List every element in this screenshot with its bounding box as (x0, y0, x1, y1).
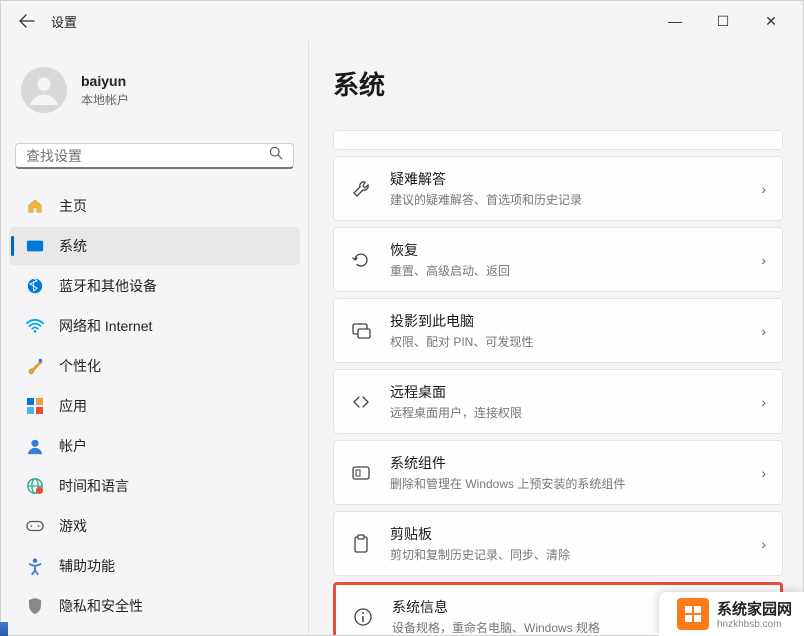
sidebar-item-network[interactable]: 网络和 Internet (9, 307, 300, 345)
remote-icon (350, 391, 372, 413)
sidebar-item-label: 游戏 (59, 516, 87, 536)
wrench-icon (350, 178, 372, 200)
profile-text: baiyun 本地帐户 (81, 73, 129, 108)
search-input[interactable] (26, 148, 269, 164)
profile-name: baiyun (81, 73, 129, 89)
chevron-right-icon: › (761, 394, 766, 410)
search-box[interactable] (15, 143, 294, 169)
sidebar-item-accessibility[interactable]: 辅助功能 (9, 547, 300, 585)
sidebar-item-label: 隐私和安全性 (59, 596, 143, 616)
watermark-title: 系统家园网 (717, 598, 792, 619)
sidebar-item-personalization[interactable]: 个性化 (9, 347, 300, 385)
window-title: 设置 (51, 12, 77, 31)
sidebar-item-label: 网络和 Internet (59, 316, 152, 336)
minimize-button[interactable]: — (663, 13, 687, 30)
accessibility-icon (25, 556, 45, 576)
home-icon (25, 196, 45, 216)
card-recovery[interactable]: 恢复重置、高级启动、返回 › (333, 227, 783, 292)
components-icon (350, 462, 372, 484)
card-prev-cutoff[interactable] (333, 130, 783, 150)
watermark-url: hnzkhbsb.com (717, 619, 792, 630)
clipboard-icon (350, 533, 372, 555)
content-area: baiyun 本地帐户 主页 系统 (1, 41, 803, 635)
nav-list: 主页 系统 蓝牙和其他设备 网络和 Internet 个性化 (9, 187, 300, 625)
sidebar-item-label: 系统 (59, 236, 87, 256)
page-title: 系统 (333, 65, 783, 102)
sidebar-item-label: 个性化 (59, 356, 101, 376)
sidebar-item-home[interactable]: 主页 (9, 187, 300, 225)
shield-icon (25, 596, 45, 616)
chevron-right-icon: › (761, 252, 766, 268)
project-icon (350, 320, 372, 342)
chevron-right-icon: › (761, 323, 766, 339)
sidebar-item-label: 主页 (59, 196, 87, 216)
sidebar-item-accounts[interactable]: 帐户 (9, 427, 300, 465)
card-clipboard[interactable]: 剪贴板剪切和复制历史记录、同步、清除 › (333, 511, 783, 576)
gaming-icon (25, 516, 45, 536)
main-panel: 系统 疑难解答建议的疑难解答、首选项和历史记录 › 恢复重置、高级启动、返回 ›… (309, 41, 803, 635)
maximize-button[interactable]: ☐ (711, 13, 735, 30)
account-icon (25, 436, 45, 456)
sidebar-item-label: 蓝牙和其他设备 (59, 276, 157, 296)
search-icon (269, 146, 283, 165)
system-icon (25, 236, 45, 256)
titlebar: 设置 — ☐ ✕ (1, 1, 803, 41)
card-system-components[interactable]: 系统组件删除和管理在 Windows 上预安装的系统组件 › (333, 440, 783, 505)
sidebar: baiyun 本地帐户 主页 系统 (1, 41, 309, 635)
sidebar-item-apps[interactable]: 应用 (9, 387, 300, 425)
sidebar-item-label: 辅助功能 (59, 556, 115, 576)
user-profile[interactable]: baiyun 本地帐户 (9, 51, 300, 137)
sidebar-item-system[interactable]: 系统 (9, 227, 300, 265)
back-button[interactable] (11, 5, 43, 37)
sidebar-item-label: 时间和语言 (59, 476, 129, 496)
watermark: 系统家园网 hnzkhbsb.com (659, 592, 804, 636)
sidebar-item-gaming[interactable]: 游戏 (9, 507, 300, 545)
user-icon (26, 72, 62, 108)
chevron-right-icon: › (761, 465, 766, 481)
bluetooth-icon (25, 276, 45, 296)
card-troubleshoot[interactable]: 疑难解答建议的疑难解答、首选项和历史记录 › (333, 156, 783, 221)
sidebar-item-privacy[interactable]: 隐私和安全性 (9, 587, 300, 625)
apps-icon (25, 396, 45, 416)
avatar (21, 67, 67, 113)
card-remote-desktop[interactable]: 远程桌面远程桌面用户，连接权限 › (333, 369, 783, 434)
globe-icon (25, 476, 45, 496)
close-button[interactable]: ✕ (759, 13, 783, 30)
brush-icon (25, 356, 45, 376)
card-projecting[interactable]: 投影到此电脑权限、配对 PIN、可发现性 › (333, 298, 783, 363)
back-arrow-icon (19, 13, 35, 29)
info-icon (352, 606, 374, 628)
chevron-right-icon: › (761, 181, 766, 197)
sidebar-item-bluetooth[interactable]: 蓝牙和其他设备 (9, 267, 300, 305)
profile-type: 本地帐户 (81, 91, 129, 108)
window-controls: — ☐ ✕ (663, 13, 793, 30)
recovery-icon (350, 249, 372, 271)
settings-cards: 疑难解答建议的疑难解答、首选项和历史记录 › 恢复重置、高级启动、返回 › 投影… (333, 130, 783, 635)
chevron-right-icon: › (761, 536, 766, 552)
sidebar-item-label: 帐户 (59, 436, 87, 456)
watermark-logo-icon (677, 598, 709, 630)
wifi-icon (25, 316, 45, 336)
sidebar-item-label: 应用 (59, 396, 87, 416)
settings-window: 设置 — ☐ ✕ baiyun 本地帐户 (0, 0, 804, 636)
taskbar-sliver (0, 622, 8, 636)
sidebar-item-time-language[interactable]: 时间和语言 (9, 467, 300, 505)
